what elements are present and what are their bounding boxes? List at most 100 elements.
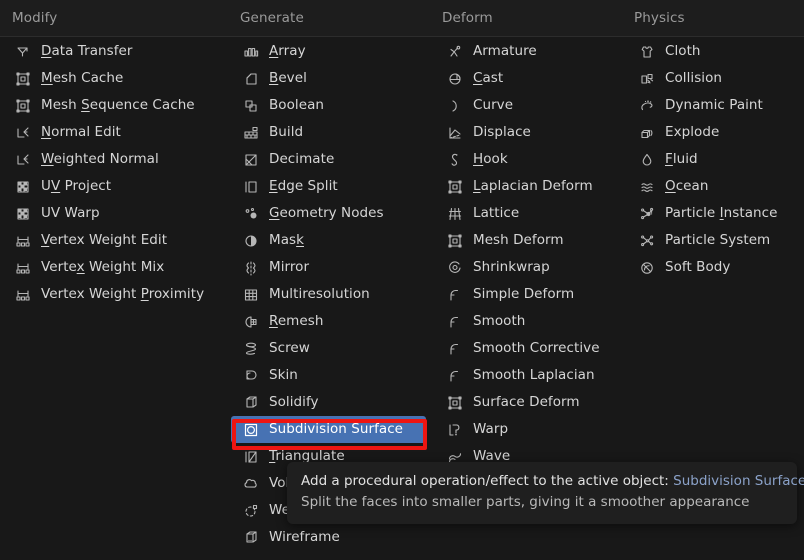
weld-icon [240,501,262,521]
menu-item-shrinkwrap[interactable]: Shrinkwrap [432,254,624,281]
boolean-icon [240,96,262,116]
menu-item-armature[interactable]: Armature [432,38,624,65]
menu-item-label: Skin [269,369,298,383]
menu-item-skin[interactable]: Skin [228,362,432,389]
menu-item-array[interactable]: Array [228,38,432,65]
menu-item-hook[interactable]: Hook [432,146,624,173]
menu-item-label: Boolean [269,99,324,113]
menu-item-mirror[interactable]: Mirror [228,254,432,281]
menu-item-mesh-sequence-cache[interactable]: Mesh Sequence Cache [0,92,228,119]
menu-item-label: Edge Split [269,180,338,194]
menu-item-label: Geometry Nodes [269,207,384,221]
menu-item-simple-deform[interactable]: Simple Deform [432,281,624,308]
menu-item-mask[interactable]: Mask [228,227,432,254]
menu-item-edge-split[interactable]: Edge Split [228,173,432,200]
menu-item-bevel[interactable]: Bevel [228,65,432,92]
tooltip-description: Add a procedural operation/effect to the… [301,473,669,489]
menu-item-label: Dynamic Paint [665,99,763,113]
menu-item-solidify[interactable]: Solidify [228,389,432,416]
menu-item-uv-project[interactable]: UV Project [0,173,228,200]
menu-item-uv-warp[interactable]: UV Warp [0,200,228,227]
menu-item-label: Laplacian Deform [473,180,593,194]
menu-item-smooth-corrective[interactable]: Smooth Corrective [432,335,624,362]
multiresolution-icon [240,285,262,305]
skin-icon [240,366,262,386]
menu-item-geometry-nodes[interactable]: Geometry Nodes [228,200,432,227]
menu-item-label: Mesh Cache [41,72,123,86]
geometry-nodes-icon [240,204,262,224]
fluid-icon [636,150,658,170]
mesh-deform-icon [444,231,466,251]
menu-item-multiresolution[interactable]: Multiresolution [228,281,432,308]
menu-item-soft-body[interactable]: Soft Body [624,254,804,281]
menu-item-surface-deform[interactable]: Surface Deform [432,389,624,416]
menu-item-data-transfer[interactable]: Data Transfer [0,38,228,65]
shrinkwrap-icon [444,258,466,278]
menu-item-smooth[interactable]: Smooth [432,308,624,335]
simple-deform-icon [444,285,466,305]
menu-item-curve[interactable]: Curve [432,92,624,119]
particle-system-icon [636,231,658,251]
menu-item-label: Smooth Corrective [473,342,600,356]
menu-item-label: Subdivision Surface [269,423,403,437]
mask-icon [240,231,262,251]
menu-item-label: Vertex Weight Edit [41,234,167,248]
hook-icon [444,150,466,170]
menu-item-laplacian-deform[interactable]: Laplacian Deform [432,173,624,200]
menu-item-particle-instance[interactable]: Particle Instance [624,200,804,227]
menu-item-vertex-weight-edit[interactable]: Vertex Weight Edit [0,227,228,254]
menu-item-mesh-cache[interactable]: Mesh Cache [0,65,228,92]
menu-item-label: Warp [473,423,508,437]
menu-item-label: Bevel [269,72,307,86]
decimate-icon [240,150,262,170]
menu-item-screw[interactable]: Screw [228,335,432,362]
menu-item-label: Simple Deform [473,288,574,302]
menu-item-normal-edit[interactable]: Normal Edit [0,119,228,146]
build-icon [240,123,262,143]
menu-item-ocean[interactable]: Ocean [624,173,804,200]
menu-item-label: Collision [665,72,722,86]
volume-to-mesh-icon [240,474,262,494]
menu-item-label: Lattice [473,207,519,221]
menu-item-label: UV Project [41,180,111,194]
menu-item-build[interactable]: Build [228,119,432,146]
menu-item-vertex-weight-mix[interactable]: Vertex Weight Mix [0,254,228,281]
menu-item-vertex-weight-proximity[interactable]: Vertex Weight Proximity [0,281,228,308]
menu-item-cast[interactable]: Cast [432,65,624,92]
menu-item-label: Remesh [269,315,323,329]
add-modifier-menu: Modify Generate Deform Physics Data Tran… [0,0,804,560]
menu-item-wireframe[interactable]: Wireframe [228,524,432,551]
menu-item-label: Mask [269,234,304,248]
menu-item-smooth-laplacian[interactable]: Smooth Laplacian [432,362,624,389]
menu-item-weighted-normal[interactable]: Weighted Normal [0,146,228,173]
menu-item-cloth[interactable]: Cloth [624,38,804,65]
menu-item-displace[interactable]: Displace [432,119,624,146]
menu-item-particle-system[interactable]: Particle System [624,227,804,254]
menu-item-decimate[interactable]: Decimate [228,146,432,173]
vertex-weight-edit-icon [12,231,34,251]
explode-icon [636,123,658,143]
menu-item-fluid[interactable]: Fluid [624,146,804,173]
menu-item-collision[interactable]: Collision [624,65,804,92]
menu-item-lattice[interactable]: Lattice [432,200,624,227]
tooltip-line-2: Split the faces into smaller parts, givi… [301,492,783,513]
menu-item-label: Wireframe [269,531,340,545]
smooth-icon [444,312,466,332]
vertex-weight-mix-icon [12,258,34,278]
mesh-sequence-cache-icon [12,96,34,116]
menu-item-mesh-deform[interactable]: Mesh Deform [432,227,624,254]
menu-item-label: Cloth [665,45,701,59]
menu-item-remesh[interactable]: Remesh [228,308,432,335]
data-transfer-icon [12,42,34,62]
bevel-icon [240,69,262,89]
menu-item-label: Solidify [269,396,319,410]
column-header-generate: Generate [240,10,304,26]
menu-item-warp[interactable]: Warp [432,416,624,443]
smooth-corrective-icon [444,339,466,359]
column-modify: Data Transfer Mesh Cache Mesh Sequence Cac… [0,38,228,308]
menu-item-dynamic-paint[interactable]: Dynamic Paint [624,92,804,119]
menu-item-boolean[interactable]: Boolean [228,92,432,119]
menu-item-explode[interactable]: Explode [624,119,804,146]
menu-item-subdivision-surface[interactable]: Subdivision Surface [231,416,426,443]
menu-item-label: Vertex Weight Mix [41,261,164,275]
